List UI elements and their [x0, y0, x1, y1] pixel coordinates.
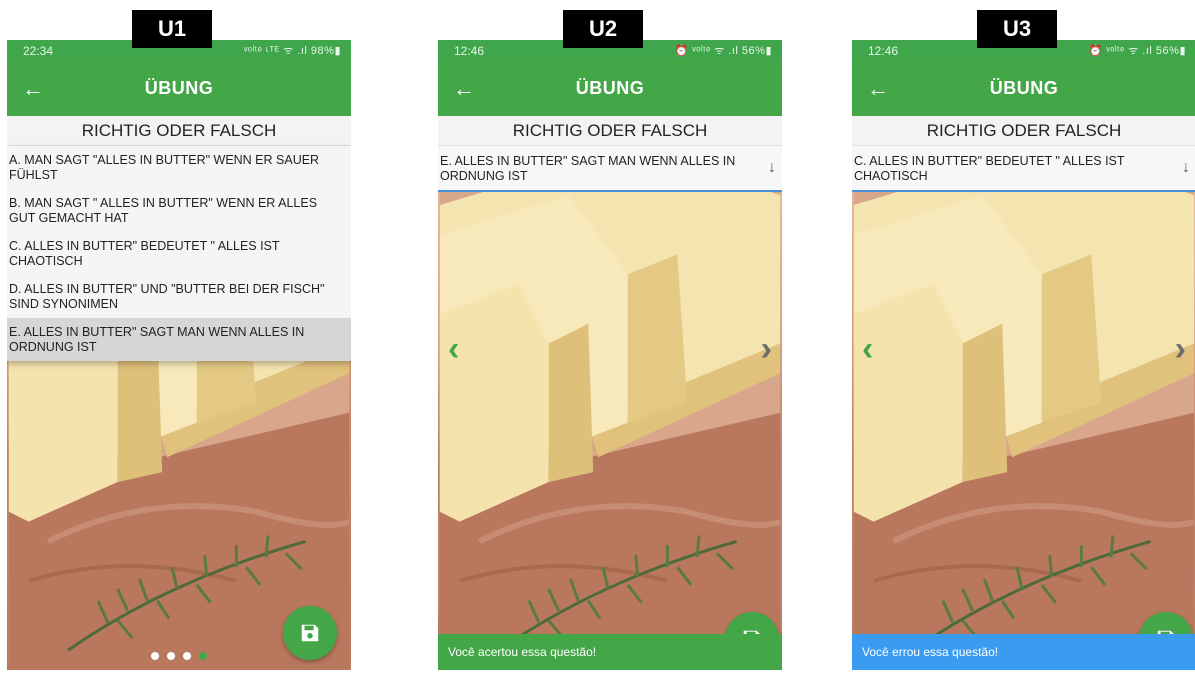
butter-photo — [852, 116, 1195, 670]
previous-arrow-icon[interactable]: ‹ — [862, 330, 873, 369]
save-icon — [301, 624, 319, 642]
answer-options-menu: A. MAN SAGT "ALLES IN BUTTER" WENN ER SA… — [7, 146, 351, 361]
next-arrow-icon[interactable]: › — [761, 330, 772, 369]
page-title: ÜBUNG — [575, 78, 645, 98]
back-arrow-icon[interactable]: ← — [7, 76, 59, 102]
option-b[interactable]: B. MAN SAGT " ALLES IN BUTTER" WENN ER A… — [7, 189, 351, 232]
app-bar: ← ÜBUNG — [7, 61, 351, 116]
back-arrow-icon[interactable]: ← — [438, 76, 490, 102]
dropdown-arrow-icon[interactable]: ↓ — [1182, 160, 1190, 176]
page-dot-3[interactable] — [183, 652, 191, 660]
dropdown-arrow-icon[interactable]: ↓ — [768, 160, 776, 176]
option-d[interactable]: D. ALLES IN BUTTER" UND "BUTTER BEI DER … — [7, 275, 351, 318]
butter-image — [438, 116, 782, 670]
page-dot-1[interactable] — [151, 652, 159, 660]
answer-dropdown[interactable]: C. ALLES IN BUTTER" BEDEUTET " ALLES IST… — [852, 146, 1195, 192]
feedback-snackbar-wrong: Você errou essa questão! — [852, 634, 1195, 670]
screen-label-u3: U3 — [977, 10, 1057, 48]
question-header: RICHTIG ODER FALSCH — [852, 116, 1195, 146]
app-bar: ← ÜBUNG — [852, 61, 1195, 116]
app-bar: ← ÜBUNG — [438, 61, 782, 116]
status-indicators: ⏰ ᵛᵒˡᵗᵉ ᯤ .ıl 56%▮ — [674, 45, 772, 57]
selected-answer: C. ALLES IN BUTTER" BEDEUTET " ALLES IST… — [854, 154, 1125, 183]
status-time: 12:46 — [868, 43, 899, 58]
selected-answer: E. ALLES IN BUTTER" SAGT MAN WENN ALLES … — [440, 154, 736, 183]
save-button[interactable] — [283, 606, 337, 660]
option-c[interactable]: C. ALLES IN BUTTER" BEDEUTET " ALLES IST… — [7, 232, 351, 275]
screen-label-u2: U2 — [563, 10, 643, 48]
page-dot-2[interactable] — [167, 652, 175, 660]
butter-image — [852, 116, 1195, 670]
status-time: 22:34 — [23, 43, 54, 58]
phone-screen-u2: 12:46 ⏰ ᵛᵒˡᵗᵉ ᯤ .ıl 56%▮ ← ÜBUNG RICHTIG… — [438, 40, 782, 670]
question-header: RICHTIG ODER FALSCH — [438, 116, 782, 146]
question-header: RICHTIG ODER FALSCH — [7, 116, 351, 146]
status-indicators: ᵛᵒˡᵗᵉ ᶫᵀᴱ ᯤ .ıl 98%▮ — [243, 45, 341, 57]
page-title: ÜBUNG — [144, 78, 214, 98]
butter-photo — [438, 116, 782, 670]
status-indicators: ⏰ ᵛᵒˡᵗᵉ ᯤ .ıl 56%▮ — [1088, 45, 1186, 57]
feedback-snackbar-correct: Você acertou essa questão! — [438, 634, 782, 670]
answer-dropdown[interactable]: E. ALLES IN BUTTER" SAGT MAN WENN ALLES … — [438, 146, 782, 192]
phone-screen-u3: 12:46 ⏰ ᵛᵒˡᵗᵉ ᯤ .ıl 56%▮ ← ÜBUNG RICHTIG… — [852, 40, 1195, 670]
option-e[interactable]: E. ALLES IN BUTTER" SAGT MAN WENN ALLES … — [7, 318, 351, 361]
page-title: ÜBUNG — [989, 78, 1059, 98]
previous-arrow-icon[interactable]: ‹ — [448, 330, 459, 369]
next-arrow-icon[interactable]: › — [1175, 330, 1186, 369]
back-arrow-icon[interactable]: ← — [852, 76, 904, 102]
status-time: 12:46 — [454, 43, 485, 58]
phone-screen-u1: 22:34 ᵛᵒˡᵗᵉ ᶫᵀᴱ ᯤ .ıl 98%▮ ← ÜBUNG RICHT… — [7, 40, 351, 670]
page-dot-4[interactable] — [199, 652, 207, 660]
option-a[interactable]: A. MAN SAGT "ALLES IN BUTTER" WENN ER SA… — [7, 146, 351, 189]
screen-label-u1: U1 — [132, 10, 212, 48]
